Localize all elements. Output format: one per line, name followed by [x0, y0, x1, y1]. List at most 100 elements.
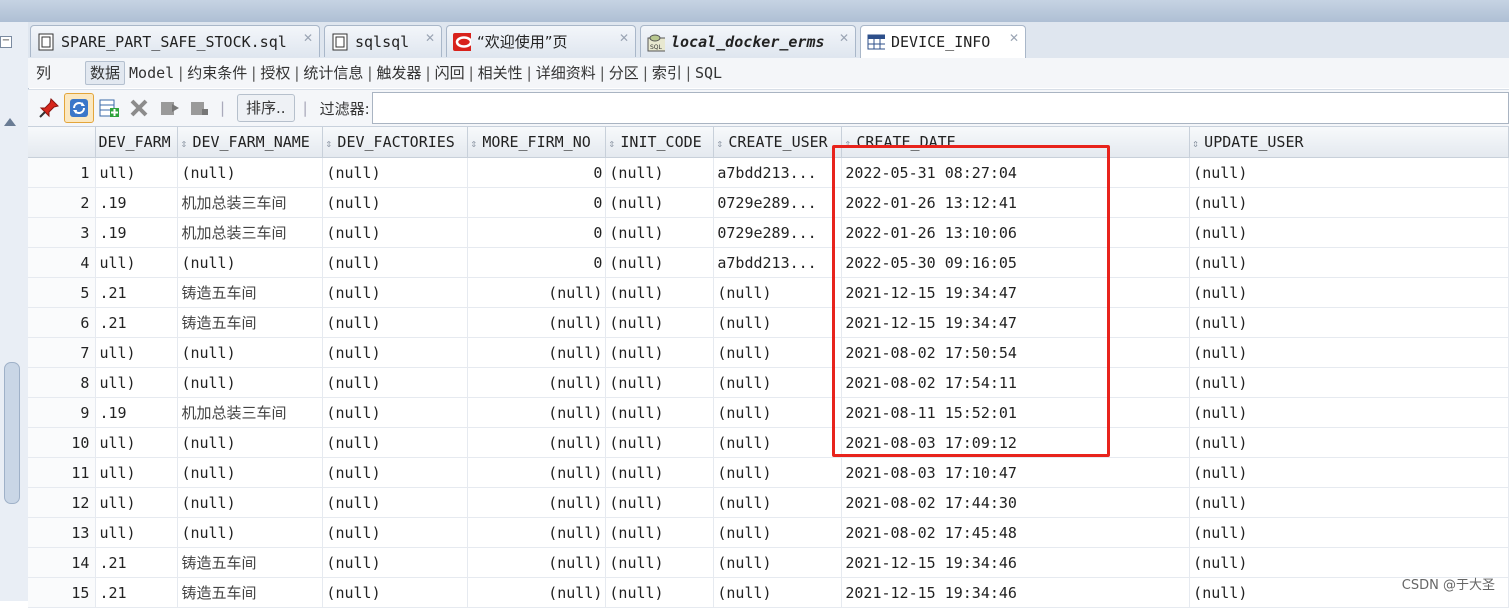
subtab-grants[interactable]: 授权 [256, 62, 294, 84]
table-cell[interactable]: (null) [605, 337, 715, 368]
table-cell[interactable]: 2021-08-02 17:45:48 [841, 517, 1191, 548]
table-cell[interactable]: .19 [95, 217, 179, 248]
table-cell[interactable]: .19 [95, 397, 179, 428]
table-row[interactable]: 3.19 机加总装三车间 (null) 0 (null) 0729e289... 2022-… [28, 217, 1509, 248]
table-cell[interactable]: ull) [95, 367, 179, 398]
table-cell[interactable]: (null) [605, 577, 715, 608]
table-cell[interactable]: 2021-12-15 19:34:46 [841, 577, 1191, 608]
table-cell[interactable]: (null) [1189, 187, 1509, 218]
subtab-sql[interactable]: SQL [691, 62, 726, 84]
table-cell[interactable]: (null) [177, 337, 324, 368]
subtab-flashback[interactable]: 闪回 [431, 62, 469, 84]
table-cell[interactable]: 铸造五车间 [177, 577, 324, 608]
table-cell[interactable]: (null) [322, 187, 469, 218]
table-cell[interactable]: (null) [605, 277, 715, 308]
table-cell[interactable]: (null) [322, 487, 469, 518]
table-cell[interactable]: (null) [322, 397, 469, 428]
table-row[interactable]: 4 ull) (null) (null) 0 (null) a7bdd213... 2022-… [28, 247, 1509, 278]
table-cell[interactable]: (null) [322, 367, 469, 398]
table-cell[interactable]: (null) [1189, 427, 1509, 458]
table-cell[interactable]: 2021-08-03 17:10:47 [841, 457, 1191, 488]
table-cell[interactable]: (null) [1189, 277, 1509, 308]
table-cell[interactable]: (null) [322, 457, 469, 488]
scroll-up-icon[interactable] [4, 118, 16, 126]
table-cell[interactable]: a7bdd213... [713, 247, 843, 278]
table-cell[interactable]: (null) [322, 517, 469, 548]
refresh-icon[interactable] [64, 93, 94, 123]
table-cell[interactable]: (null) [467, 337, 607, 368]
vertical-scrollbar[interactable] [4, 362, 20, 504]
table-cell[interactable]: (null) [713, 487, 843, 518]
rollback-icon[interactable] [184, 93, 214, 123]
table-cell[interactable]: 0 [467, 247, 607, 278]
table-row[interactable]: 14.21 铸造五车间 (null) (null) (null) (null) 2021-1… [28, 547, 1509, 578]
table-cell[interactable]: (null) [1189, 307, 1509, 338]
table-row[interactable]: 9.19 机加总装三车间 (null) (null) (null) (null) 2021-… [28, 397, 1509, 428]
table-cell[interactable]: .21 [95, 577, 179, 608]
table-cell[interactable]: (null) [605, 457, 715, 488]
column-header[interactable]: ⇕ CREATE_USER [713, 127, 843, 158]
table-cell[interactable]: (null) [467, 427, 607, 458]
table-cell[interactable]: (null) [713, 397, 843, 428]
table-cell[interactable]: (null) [177, 247, 324, 278]
table-cell[interactable]: 机加总装三车间 [177, 187, 324, 218]
table-cell[interactable]: (null) [177, 457, 324, 488]
table-cell[interactable]: (null) [467, 487, 607, 518]
table-cell[interactable]: (null) [605, 547, 715, 578]
table-cell[interactable]: (null) [605, 397, 715, 428]
tab-sqlsql[interactable]: sqlsql ✕ [324, 25, 442, 57]
table-cell[interactable]: (null) [605, 427, 715, 458]
table-cell[interactable]: (null) [605, 187, 715, 218]
table-cell[interactable]: 0729e289... [713, 217, 843, 248]
table-cell[interactable]: (null) [713, 517, 843, 548]
table-row[interactable]: 1 ull) (null) (null) 0 (null) a7bdd213... 2022-… [28, 157, 1509, 188]
insert-row-icon[interactable] [94, 93, 124, 123]
table-cell[interactable]: (null) [605, 217, 715, 248]
table-row[interactable]: 11 ull) (null) (null) (null) (null) (null) 2021… [28, 457, 1509, 488]
subtab-constraints[interactable]: 约束条件 [183, 62, 251, 84]
table-cell[interactable]: ull) [95, 427, 179, 458]
table-cell[interactable]: (null) [467, 517, 607, 548]
column-header[interactable]: ⇕ MORE_FIRM_NO [467, 127, 607, 158]
table-cell[interactable]: (null) [605, 487, 715, 518]
table-cell[interactable]: 0729e289... [713, 187, 843, 218]
table-cell[interactable]: (null) [605, 307, 715, 338]
table-cell[interactable]: .21 [95, 307, 179, 338]
table-cell[interactable]: (null) [1189, 337, 1509, 368]
table-cell[interactable]: (null) [467, 307, 607, 338]
tab-device-info[interactable]: DEVICE_INFO ✕ [860, 25, 1026, 58]
pin-icon[interactable] [34, 93, 64, 123]
subtab-data[interactable]: 数据 [85, 61, 126, 85]
table-row[interactable]: 5.21 铸造五车间 (null) (null) (null) (null) 2021-12… [28, 277, 1509, 308]
table-cell[interactable]: ull) [95, 247, 179, 278]
subtab-indexes[interactable]: 索引 [648, 62, 686, 84]
subtab-columns[interactable]: 列 [32, 62, 55, 84]
table-cell[interactable]: (null) [467, 577, 607, 608]
table-cell[interactable]: .21 [95, 277, 179, 308]
subtab-partitions[interactable]: 分区 [605, 62, 643, 84]
table-cell[interactable]: (null) [605, 367, 715, 398]
table-cell[interactable]: (null) [713, 277, 843, 308]
close-icon[interactable]: ✕ [425, 31, 435, 45]
close-icon[interactable]: ✕ [1009, 31, 1019, 45]
table-cell[interactable]: 铸造五车间 [177, 547, 324, 578]
table-cell[interactable]: (null) [713, 337, 843, 368]
table-cell[interactable]: (null) [322, 577, 469, 608]
table-cell[interactable]: ull) [95, 517, 179, 548]
table-cell[interactable]: (null) [177, 487, 324, 518]
table-cell[interactable]: 铸造五车间 [177, 277, 324, 308]
table-cell[interactable]: 0 [467, 157, 607, 188]
table-cell[interactable]: .19 [95, 187, 179, 218]
table-cell[interactable]: (null) [1189, 247, 1509, 278]
column-header[interactable]: ⇕ DEV_FARM_NAME [177, 127, 324, 158]
table-cell[interactable]: (null) [322, 157, 469, 188]
table-cell[interactable]: (null) [713, 307, 843, 338]
table-cell[interactable]: ull) [95, 337, 179, 368]
table-row[interactable]: 6.21 铸造五车间 (null) (null) (null) (null) 2021-12… [28, 307, 1509, 338]
table-cell[interactable]: 铸造五车间 [177, 307, 324, 338]
table-cell[interactable]: 2021-12-15 19:34:46 [841, 547, 1191, 578]
table-cell[interactable]: (null) [322, 427, 469, 458]
table-cell[interactable]: (null) [177, 157, 324, 188]
table-cell[interactable]: ull) [95, 487, 179, 518]
table-cell[interactable]: (null) [605, 247, 715, 278]
